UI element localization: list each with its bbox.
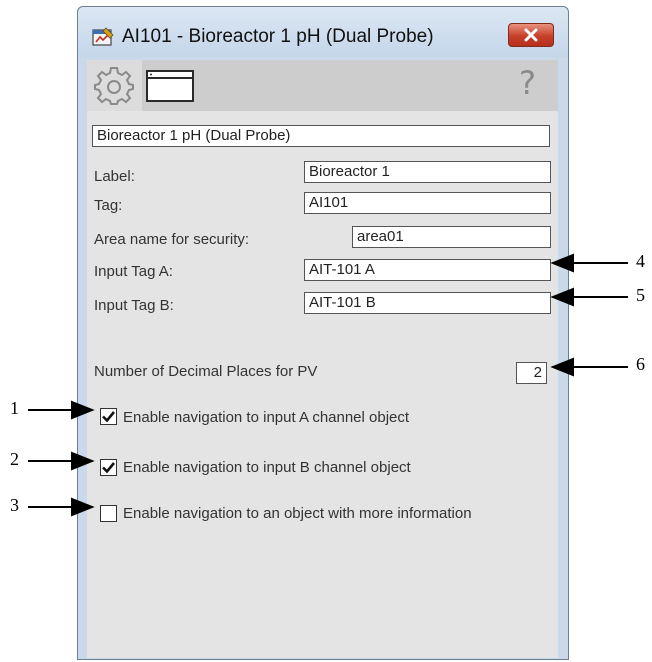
callout-arrowhead-5: [550, 287, 574, 307]
callout-5: 5: [636, 285, 645, 305]
callout-arrowhead-2: [71, 451, 95, 471]
callout-arrows: [28, 253, 628, 517]
callout-6: 6: [636, 354, 645, 374]
callout-arrowhead-1: [71, 400, 95, 420]
callout-1: 1: [10, 398, 19, 418]
callout-arrowhead-6: [550, 357, 574, 377]
callout-arrowhead-4: [550, 253, 574, 273]
callout-arrowhead-3: [71, 497, 95, 517]
callout-2: 2: [10, 449, 19, 469]
callout-4: 4: [636, 251, 645, 271]
callout-3: 3: [10, 495, 19, 515]
